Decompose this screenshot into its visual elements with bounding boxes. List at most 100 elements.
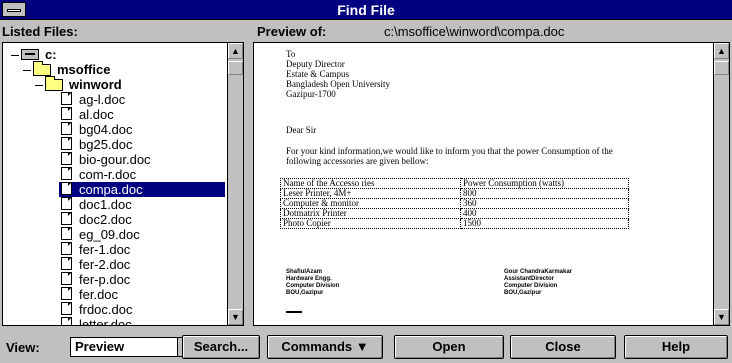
body-line: For your kind information,we would like … xyxy=(286,146,613,156)
table-cell: Name of the Accesso ries xyxy=(280,178,461,189)
preview-of-label: Preview of: xyxy=(257,24,327,39)
search-button[interactable]: Search... xyxy=(182,335,260,359)
commands-button[interactable]: Commands ▼ xyxy=(267,335,383,359)
tree-file-item[interactable]: fer-2.doc xyxy=(59,257,225,272)
document-icon xyxy=(61,122,72,135)
file-label: fer-p.doc xyxy=(79,272,131,287)
view-select-value: Preview xyxy=(75,339,125,354)
tree-file-item-selected[interactable]: compa.doc xyxy=(59,182,225,197)
tree-drive-c[interactable]: c: xyxy=(3,47,225,62)
document-icon xyxy=(61,107,72,120)
signature-left-line: Computer Division xyxy=(286,283,340,289)
tree-file-item[interactable]: bg04.doc xyxy=(59,122,225,137)
preview-pane: To Deputy Director Estate & Campus Bangl… xyxy=(253,42,730,326)
table-cell: 800 xyxy=(460,188,629,199)
folder-open-icon xyxy=(33,61,51,76)
signature-right-line: Gour ChandraKarmakar xyxy=(504,269,573,275)
tree-scrollbar[interactable]: ▲ ▼ xyxy=(227,43,243,325)
document-icon xyxy=(61,302,72,315)
bottom-toolbar: View: Preview ▼ Search... Commands ▼ Ope… xyxy=(0,331,732,363)
file-tree-list[interactable]: c: msoffice winword ag-l.doc al.doc bg04… xyxy=(2,42,244,326)
window-title: Find File xyxy=(337,2,395,18)
table-cell: Dotmatrix Printer xyxy=(280,208,461,219)
file-label: frdoc.doc xyxy=(79,302,133,317)
file-label: eg_09.doc xyxy=(79,227,140,242)
table-cell: Power Consumption (watts) xyxy=(460,178,629,189)
table-cell: 1500 xyxy=(460,218,629,229)
table-header-row: Name of the Accesso ries Power Consumpti… xyxy=(280,178,629,189)
drive-label: c: xyxy=(45,47,57,62)
file-label: fer-1.doc xyxy=(79,242,131,257)
signature-left-line: Hardware Engg. xyxy=(286,276,332,282)
tree-file-item[interactable]: doc1.doc xyxy=(59,197,225,212)
file-label: compa.doc xyxy=(79,182,143,197)
preview-scrollbar[interactable]: ▲ ▼ xyxy=(713,43,729,325)
help-button[interactable]: Help xyxy=(624,335,728,359)
table-cell: Photo Copier xyxy=(280,218,461,229)
table-cell: Leser Printer, 4M+ xyxy=(280,188,461,199)
scroll-down-arrow-icon[interactable]: ▼ xyxy=(228,309,243,325)
document-icon xyxy=(61,182,72,195)
document-icon xyxy=(61,167,72,180)
file-label: ag-l.doc xyxy=(79,92,126,107)
table-cell: 360 xyxy=(460,198,629,209)
folder-label: winword xyxy=(69,77,122,92)
signature-left-line: ShafiulAzam xyxy=(286,269,323,275)
file-label: bg04.doc xyxy=(79,122,133,137)
address-line: To xyxy=(286,49,296,59)
table-row: Dotmatrix Printer 400 xyxy=(280,208,629,219)
listed-files-label: Listed Files: xyxy=(2,24,78,39)
document-icon xyxy=(61,257,72,270)
tree-file-item[interactable]: fer-p.doc xyxy=(59,272,225,287)
tree-file-item[interactable]: ag-l.doc xyxy=(59,92,225,107)
folder-open-icon xyxy=(45,76,63,91)
tree-file-item[interactable]: fer-1.doc xyxy=(59,242,225,257)
address-line: Bangladesh Open University xyxy=(286,79,390,89)
document-icon xyxy=(61,272,72,285)
file-label: doc1.doc xyxy=(79,197,132,212)
document-icon xyxy=(61,227,72,240)
open-button[interactable]: Open xyxy=(394,335,504,359)
commands-label: Commands xyxy=(281,339,353,354)
tree-file-item[interactable]: al.doc xyxy=(59,107,225,122)
text-cursor-line xyxy=(286,311,302,313)
file-label: com-r.doc xyxy=(79,167,137,182)
tree-folder-msoffice[interactable]: msoffice xyxy=(3,61,225,77)
file-label: letter.doc xyxy=(79,317,132,326)
body-line: following accessories are given bellow: xyxy=(286,156,429,166)
document-icon xyxy=(61,137,72,150)
tree-file-item[interactable]: bg25.doc xyxy=(59,137,225,152)
tree-file-item[interactable]: letter.doc xyxy=(59,317,225,326)
signature-left-line: BOU,Gazipur xyxy=(286,290,324,296)
document-icon xyxy=(61,92,72,105)
scroll-up-arrow-icon[interactable]: ▲ xyxy=(714,43,729,59)
folder-label: msoffice xyxy=(57,62,111,77)
preview-path: c:\msoffice\winword\compa.doc xyxy=(384,24,565,39)
table-cell: Computer & monitor xyxy=(280,198,461,209)
tree-file-item[interactable]: bio-gour.doc xyxy=(59,152,225,167)
document-icon xyxy=(61,152,72,165)
document-icon xyxy=(61,242,72,255)
address-line: Deputy Director xyxy=(286,59,345,69)
file-label: fer-2.doc xyxy=(79,257,131,272)
close-button[interactable]: Close xyxy=(510,335,616,359)
view-select[interactable]: Preview ▼ xyxy=(70,337,198,357)
tree-file-item[interactable]: doc2.doc xyxy=(59,212,225,227)
address-line: Gazipur-1700 xyxy=(286,89,336,99)
tree-file-item[interactable]: fer.doc xyxy=(59,287,225,302)
document-icon xyxy=(61,287,72,300)
scroll-thumb[interactable] xyxy=(714,61,729,75)
scroll-thumb[interactable] xyxy=(228,61,243,75)
scroll-down-arrow-icon[interactable]: ▼ xyxy=(714,309,729,325)
tree-file-item[interactable]: frdoc.doc xyxy=(59,302,225,317)
tree-file-item[interactable]: com-r.doc xyxy=(59,167,225,182)
file-label: al.doc xyxy=(79,107,114,122)
tree-folder-winword[interactable]: winword xyxy=(3,76,225,92)
file-label: doc2.doc xyxy=(79,212,132,227)
tree-file-item[interactable]: eg_09.doc xyxy=(59,227,225,242)
drive-icon xyxy=(21,49,39,60)
scroll-up-arrow-icon[interactable]: ▲ xyxy=(228,43,243,59)
document-icon xyxy=(61,317,72,325)
salutation: Dear Sir xyxy=(286,125,317,135)
table-row: Leser Printer, 4M+ 800 xyxy=(280,188,629,199)
